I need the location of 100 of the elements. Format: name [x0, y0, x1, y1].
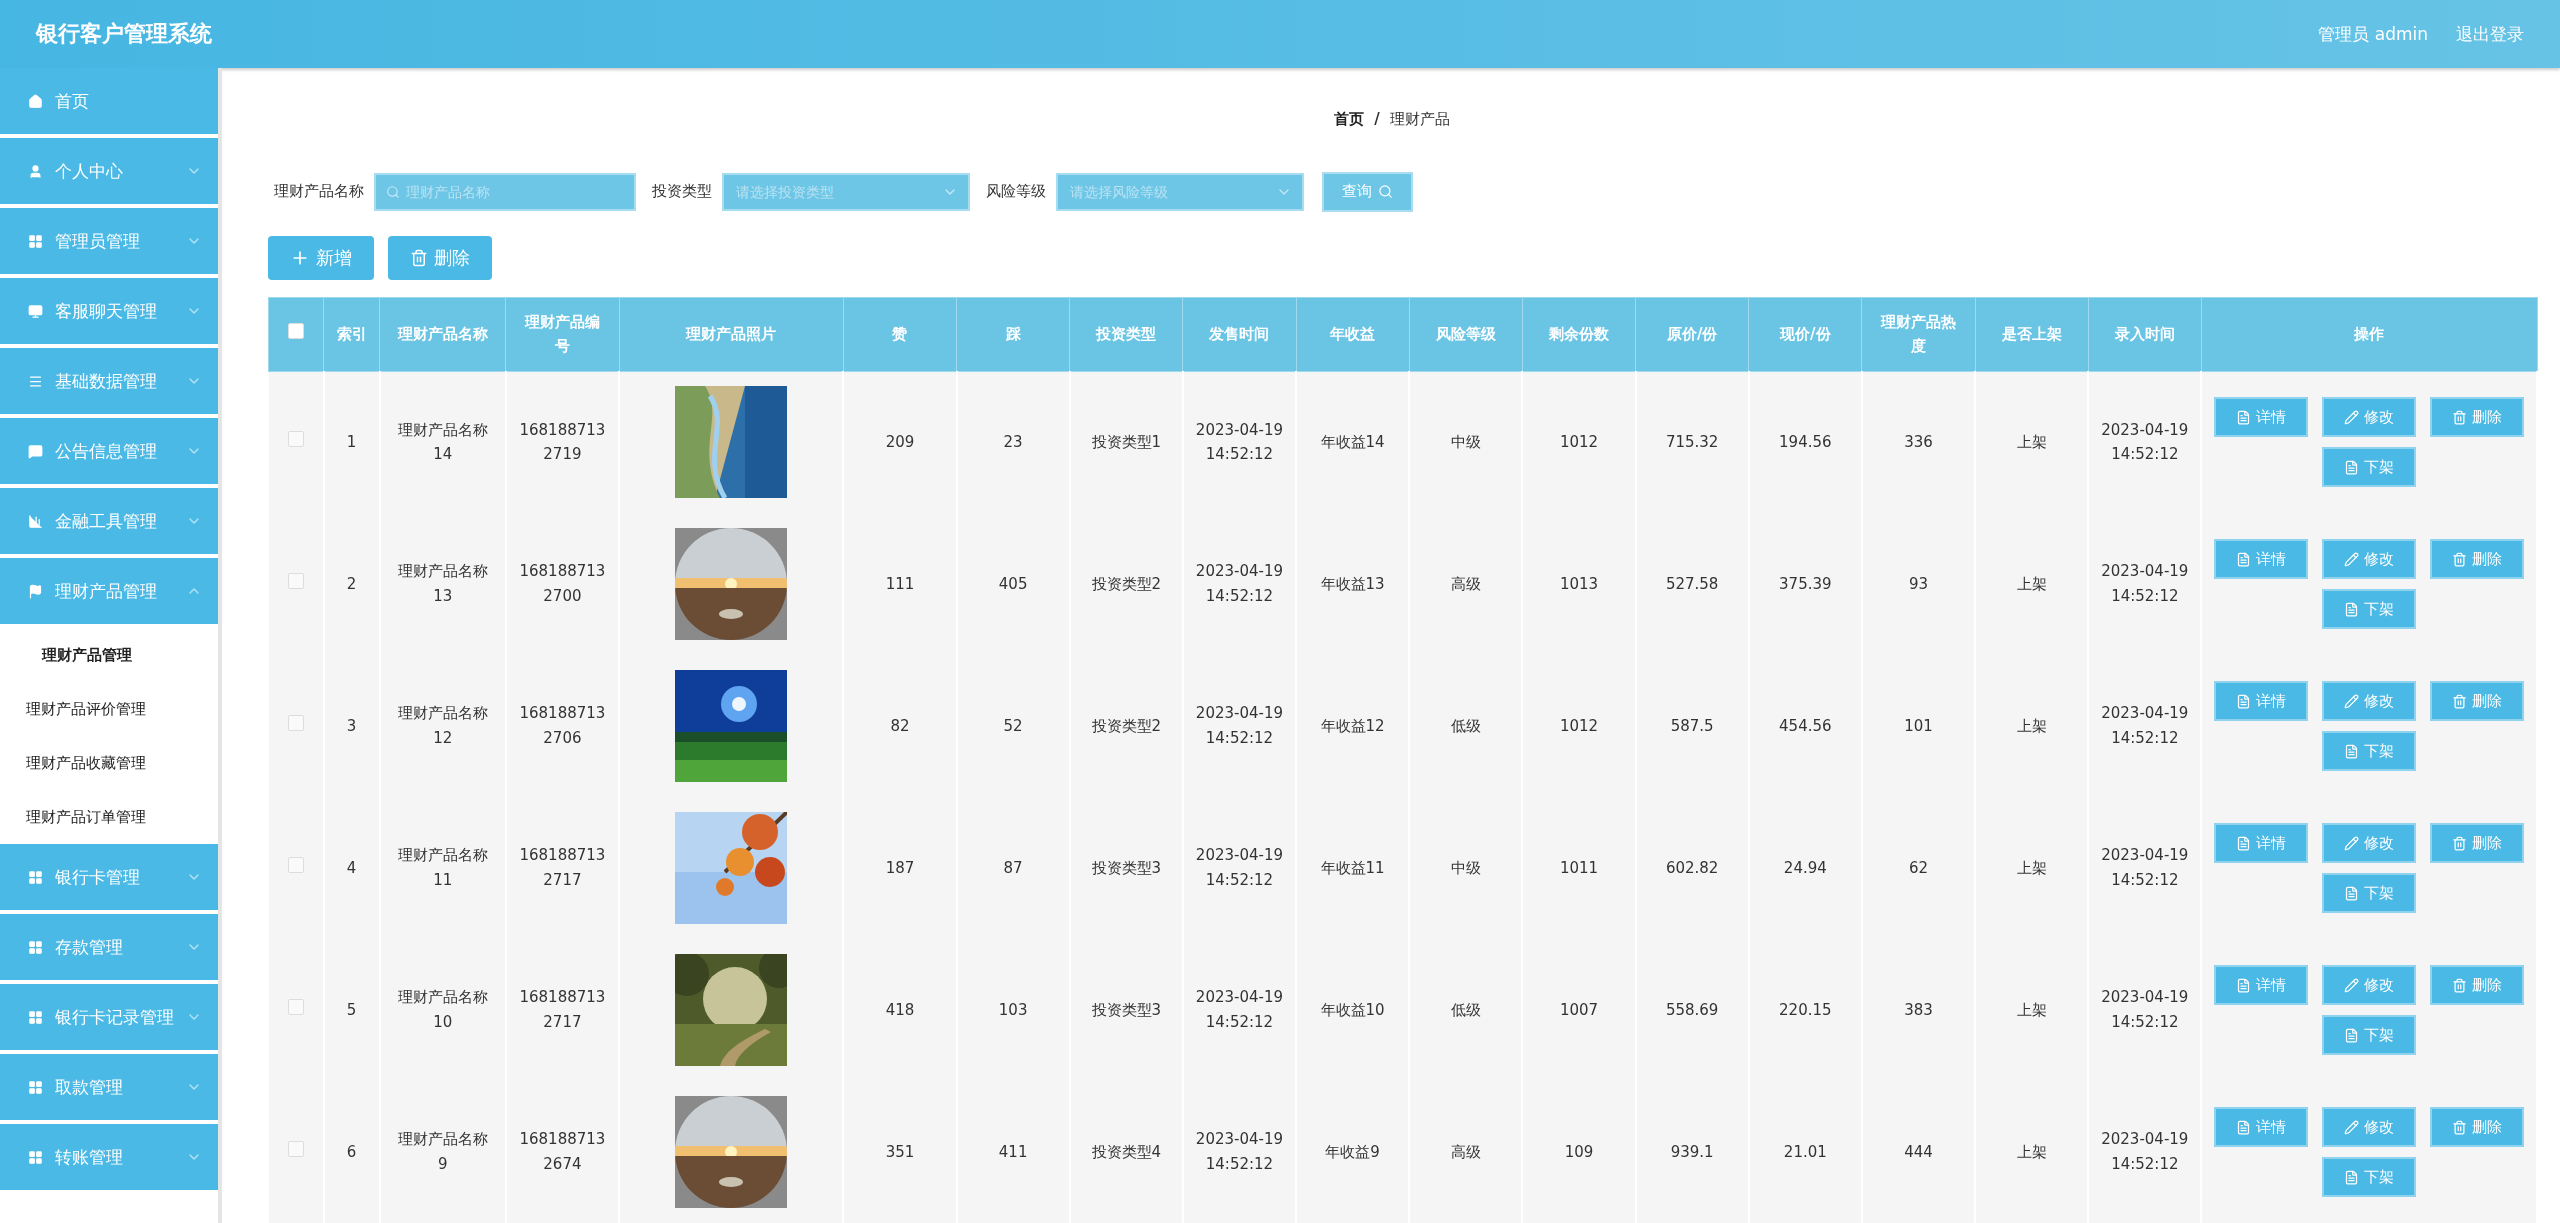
column-header: 原价/份 — [1635, 297, 1749, 371]
table-cell-text: 1013 — [1559, 573, 1599, 595]
details-button[interactable]: 详情 — [2214, 397, 2309, 438]
add-button[interactable]: 新增 — [268, 235, 374, 280]
select-field[interactable]: 请选择投资类型 — [734, 174, 938, 209]
search-field[interactable]: 理财产品名称 — [404, 174, 624, 209]
table-cell-text: 418 — [885, 999, 915, 1021]
app-title: 银行客户管理系统 — [36, 20, 212, 48]
trash-icon — [2452, 409, 2468, 425]
checkbox[interactable] — [288, 323, 305, 339]
filter-label: 投资类型 — [652, 182, 712, 202]
unlist-button[interactable]: 下架 — [2322, 1015, 2417, 1055]
table-cell-text: 111 — [885, 573, 915, 595]
table-cell-text: 投资类型4 — [1091, 1141, 1162, 1163]
table-cell-text: 1681887132717 — [518, 987, 607, 1033]
pencil-icon — [2344, 835, 2360, 851]
breadcrumb-separator: / — [1374, 110, 1380, 130]
checkbox[interactable] — [287, 1140, 304, 1157]
delete-button[interactable]: 删除 — [2430, 1107, 2525, 1147]
unlist-button[interactable]: 下架 — [2322, 731, 2417, 771]
delete-button[interactable]: 删除 — [2430, 539, 2525, 579]
details-button[interactable]: 详情 — [2214, 681, 2309, 721]
table-cell-text: 高级 — [1450, 573, 1481, 595]
checkbox[interactable] — [287, 714, 304, 731]
pencil-icon — [2344, 693, 2360, 709]
unlist-button[interactable]: 下架 — [2322, 873, 2417, 913]
delete-button[interactable]: 删除 — [388, 235, 492, 280]
table-cell-text: 220.15 — [1779, 999, 1832, 1021]
edit-button[interactable]: 修改 — [2322, 965, 2417, 1005]
checkbox[interactable] — [287, 430, 304, 447]
column-header: 是否上架 — [1975, 297, 2089, 371]
unlist-button[interactable]: 下架 — [2322, 447, 2417, 488]
column-header: 投资类型 — [1069, 297, 1183, 371]
logout-link[interactable]: 退出登录 — [2456, 22, 2524, 46]
table-cell-text: 2023-04-19 14:52:12 — [1194, 419, 1285, 466]
table-cell-text: 1012 — [1559, 715, 1599, 737]
table-cell-text: 454.56 — [1779, 715, 1832, 737]
select-field[interactable]: 请选择风险等级 — [1068, 174, 1272, 209]
unlist-button[interactable]: 下架 — [2322, 1157, 2417, 1197]
user-name: 管理员 admin — [2318, 22, 2428, 46]
trash-icon — [2452, 551, 2468, 567]
column-header: 踩 — [956, 297, 1070, 371]
document-icon — [2236, 835, 2252, 851]
table-cell-text: 2023-04-19 14:52:12 — [2100, 1129, 2190, 1175]
edit-button[interactable]: 修改 — [2322, 539, 2417, 579]
edit-button[interactable]: 修改 — [2322, 681, 2417, 721]
table-cell-text: 上架 — [2016, 715, 2047, 737]
column-header: 索引 — [323, 297, 380, 371]
column-header: 风险等级 — [1409, 297, 1523, 371]
select-box[interactable]: 请选择投资类型 — [722, 172, 970, 211]
search-box[interactable]: 理财产品名称 — [374, 172, 636, 211]
table-cell-text: 理财产品名称12 — [396, 703, 489, 749]
document-icon — [2236, 1119, 2252, 1135]
delete-button[interactable]: 删除 — [2430, 823, 2525, 863]
table-cell-text: 3 — [346, 715, 357, 737]
table-cell-text: 1681887132706 — [518, 703, 607, 749]
grid-icon — [28, 233, 43, 249]
table-cell-text: 109 — [1564, 1141, 1594, 1163]
document-icon — [2344, 885, 2360, 901]
table-cell-text: 101 — [1904, 715, 1933, 737]
pencil-icon — [2344, 551, 2360, 567]
table-cell-text: 投资类型3 — [1091, 999, 1162, 1021]
select-box[interactable]: 请选择风险等级 — [1056, 172, 1304, 211]
table-cell-text: 444 — [1904, 1141, 1933, 1163]
details-button[interactable]: 详情 — [2214, 823, 2309, 863]
unlist-button[interactable]: 下架 — [2322, 589, 2417, 629]
table-cell-text: 6 — [346, 1141, 357, 1163]
table-cell-text: 上架 — [2016, 1141, 2047, 1163]
table-cell-text: 年收益10 — [1320, 999, 1385, 1021]
document-icon — [2236, 693, 2252, 709]
details-button[interactable]: 详情 — [2214, 965, 2309, 1005]
delete-button[interactable]: 删除 — [2430, 965, 2525, 1005]
checkbox[interactable] — [287, 572, 304, 589]
table-cell-text: 2023-04-19 14:52:12 — [1194, 561, 1285, 607]
edit-button[interactable]: 修改 — [2322, 823, 2417, 863]
table-cell-text: 1011 — [1559, 857, 1599, 879]
edit-button[interactable]: 修改 — [2322, 397, 2417, 438]
edit-button[interactable]: 修改 — [2322, 1107, 2417, 1147]
column-header: 现价/份 — [1748, 297, 1862, 371]
table-cell-text: 82 — [890, 715, 910, 737]
search-button[interactable]: 查询 — [1322, 171, 1413, 212]
breadcrumb-item[interactable]: 首页 — [1334, 110, 1365, 154]
column-header: 年收益 — [1296, 297, 1410, 371]
column-header: 赞 — [843, 297, 957, 371]
table-cell-text: 理财产品名称14 — [396, 419, 489, 466]
details-button[interactable]: 详情 — [2214, 1107, 2309, 1147]
delete-button[interactable]: 删除 — [2430, 681, 2525, 721]
column-header: 剩余份数 — [1522, 297, 1636, 371]
document-icon — [2236, 977, 2252, 993]
details-button[interactable]: 详情 — [2214, 539, 2309, 579]
table-cell-text: 4 — [346, 857, 357, 879]
document-icon — [2344, 1169, 2360, 1185]
chat-icon — [28, 443, 43, 459]
checkbox[interactable] — [287, 856, 304, 873]
delete-button[interactable]: 删除 — [2430, 397, 2525, 438]
grid-icon — [28, 869, 43, 885]
table-cell-text: 2023-04-19 14:52:12 — [2100, 703, 2190, 749]
checkbox[interactable] — [287, 998, 304, 1015]
table-cell-text: 87 — [1003, 857, 1023, 879]
document-icon — [2344, 743, 2360, 759]
